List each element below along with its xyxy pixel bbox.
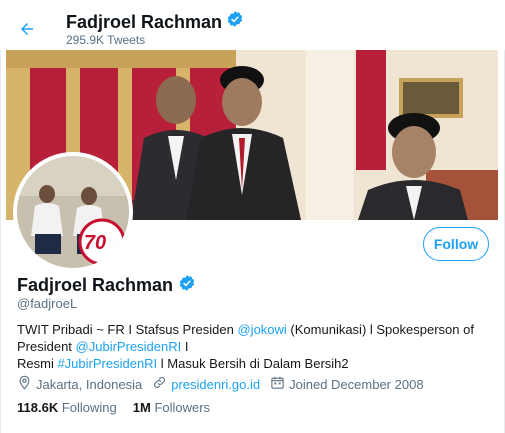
mention-jokowi-link[interactable]: @jokowi: [237, 322, 286, 337]
followers-link[interactable]: 1M Followers: [133, 400, 210, 415]
hashtag-link[interactable]: #JubirPresidenRI: [57, 356, 157, 371]
avatar-badge: 70: [78, 226, 112, 260]
location: Jakarta, Indonesia: [17, 375, 142, 393]
calendar-icon: [270, 375, 285, 393]
bio-text: TWIT Pribadi ~ FR I Stafsus Presiden: [17, 322, 238, 337]
followers-label: Followers: [154, 400, 211, 415]
tweet-count: 295.9K Tweets: [66, 33, 146, 47]
joined-text: Joined December 2008: [289, 376, 424, 392]
following-count: 118.6K: [17, 400, 59, 415]
bio-text: l Masuk Bersih di Dalam Bersih2: [157, 356, 349, 371]
bio-line-3: Resmi #JubirPresidenRI l Masuk Bersih di…: [17, 355, 492, 372]
follow-stats: 118.6K Following 1M Followers: [17, 400, 226, 415]
bio-line-2: President @JubirPresidenRI I: [17, 338, 492, 355]
following-link[interactable]: 118.6K Following: [17, 400, 117, 415]
top-bar: Fadjroel Rachman 295.9K Tweets: [0, 0, 505, 50]
bio-text: I: [181, 339, 189, 354]
followers-count: 1M: [132, 400, 151, 415]
profile-name-row: Fadjroel Rachman: [17, 274, 196, 297]
avatar-image: [17, 156, 129, 268]
avatar-badge-text: 70: [83, 231, 107, 254]
back-arrow-icon[interactable]: [16, 18, 38, 40]
mention-jubir-link[interactable]: @JubirPresidenRI: [76, 339, 182, 354]
bio-text: (Komunikasi) l Spokesperson of: [286, 322, 474, 337]
header-name: Fadjroel Rachman: [66, 11, 223, 32]
verified-icon: [226, 10, 244, 33]
header-title: Fadjroel Rachman: [66, 10, 244, 33]
link-icon: [152, 375, 167, 393]
joined-date: Joined December 2008: [270, 375, 424, 393]
verified-icon: [178, 274, 196, 297]
profile-bio: TWIT Pribadi ~ FR I Stafsus Presiden @jo…: [17, 321, 492, 372]
profile-handle: @fadjroeL: [17, 296, 78, 311]
website-link[interactable]: presidenri.go.id: [171, 377, 260, 392]
following-label: Following: [61, 400, 117, 415]
location-icon: [17, 375, 32, 393]
follow-button[interactable]: Follow: [423, 227, 489, 261]
website[interactable]: presidenri.go.id: [152, 375, 260, 393]
profile-meta: Jakarta, Indonesia presidenri.go.id Join…: [17, 375, 434, 393]
bio-line-1: TWIT Pribadi ~ FR I Stafsus Presiden @jo…: [17, 321, 492, 338]
avatar[interactable]: [13, 152, 133, 272]
profile-name: Fadjroel Rachman: [17, 275, 174, 295]
location-text: Jakarta, Indonesia: [36, 376, 143, 392]
bio-text: President: [17, 339, 76, 354]
bio-text: Resmi: [17, 356, 58, 371]
